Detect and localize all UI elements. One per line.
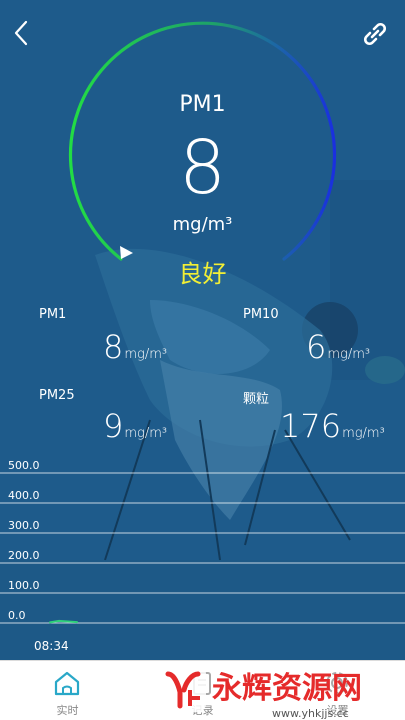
tab-realtime-label: 实时 xyxy=(56,704,79,717)
gauge-value: 8 xyxy=(178,125,227,211)
settings-icon xyxy=(326,672,348,694)
air-quality-status: 良好 xyxy=(178,260,227,288)
metric-particles-unit: mg/m³ xyxy=(342,426,385,441)
chart-time-label: 08:34 xyxy=(34,639,69,653)
tab-realtime[interactable]: 实时 xyxy=(0,661,135,720)
app-screen: PM1 8 mg/m³ 良好 PM1 8mg/m³ PM10 6mg/m³ PM… xyxy=(0,0,405,720)
tab-records[interactable]: 记录 xyxy=(135,661,270,720)
metric-pm10-value: 6mg/m³ xyxy=(306,328,370,366)
y-tick-label: 100.0 xyxy=(8,579,40,592)
history-line-chart: 500.0 400.0 300.0 200.0 100.0 0.0 xyxy=(0,459,405,624)
bottom-tab-bar: 实时 记录 设置 xyxy=(0,660,405,720)
gauge-title: PM1 xyxy=(179,92,226,117)
metric-pm1-unit: mg/m³ xyxy=(124,347,168,362)
metric-pm1-label: PM1 xyxy=(39,307,67,322)
tab-settings[interactable]: 设置 xyxy=(270,661,405,720)
metric-particles-value: 176mg/m³ xyxy=(280,407,385,445)
metric-pm25-unit: mg/m³ xyxy=(124,426,168,441)
metric-pm25-number: 9 xyxy=(103,407,124,445)
metric-pm1-number: 8 xyxy=(103,328,124,366)
gauge-unit: mg/m³ xyxy=(172,214,233,235)
metric-pm25-value: 9mg/m³ xyxy=(103,407,167,445)
y-tick-label: 200.0 xyxy=(8,549,40,562)
y-tick-label: 0.0 xyxy=(8,609,26,622)
y-tick-label: 500.0 xyxy=(8,459,40,472)
record-icon xyxy=(193,672,211,695)
metric-pm1-value: 8mg/m³ xyxy=(103,328,167,366)
y-tick-label: 300.0 xyxy=(8,519,40,532)
metric-pm25-label: PM25 xyxy=(39,388,75,403)
tab-settings-label: 设置 xyxy=(326,704,349,717)
home-icon xyxy=(54,671,80,696)
metric-pm10-number: 6 xyxy=(306,328,327,366)
y-tick-label: 400.0 xyxy=(8,489,40,502)
metric-pm10-label: PM10 xyxy=(243,307,279,322)
series-line xyxy=(49,619,78,624)
metric-pm10-unit: mg/m³ xyxy=(327,347,371,362)
metric-particles-label: 颗粒 xyxy=(243,392,270,407)
tab-records-label: 记录 xyxy=(191,704,214,717)
metric-particles-number: 176 xyxy=(280,407,342,445)
